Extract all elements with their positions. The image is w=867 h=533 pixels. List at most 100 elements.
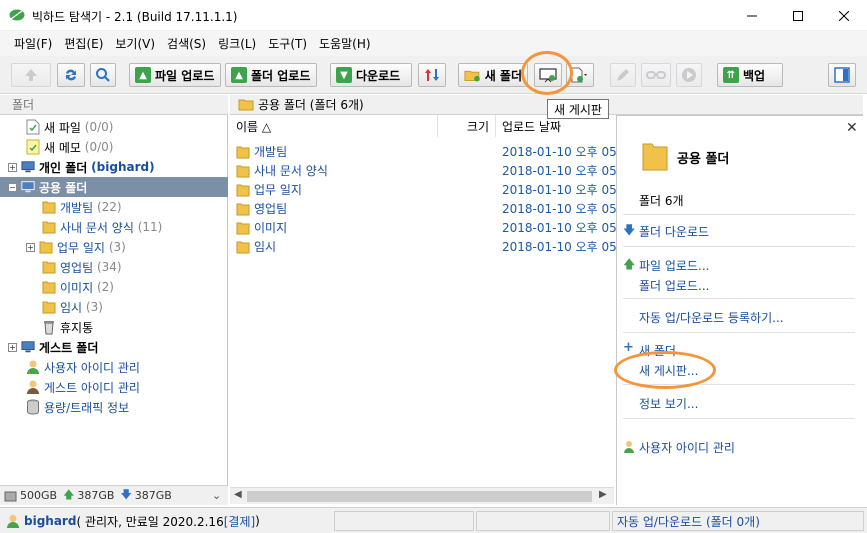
backup-icon: ⇈ <box>723 67 739 83</box>
table-row[interactable]: 이미지 2018-01-10 오후 05:2 <box>230 217 628 236</box>
arrow-up-icon <box>25 69 37 81</box>
table-row[interactable]: 사내 문서 양식 2018-01-10 오후 05:2 <box>230 160 628 179</box>
table-row[interactable]: 임시 2018-01-10 오후 05:2 <box>230 236 628 255</box>
file-name: 개발팀 <box>254 145 288 159</box>
horizontal-scrollbar[interactable]: ◀ ▶ <box>230 487 614 504</box>
table-row[interactable]: 개발팀 2018-01-10 오후 05:2 <box>230 141 628 160</box>
status-account-info: ( 관리자, 만료일 2020.2.16 <box>76 514 224 529</box>
auto-sync-link[interactable]: 자동 업/다운로드 등록하기... <box>639 309 784 326</box>
folder-download-link[interactable]: 폴더 다운로드 <box>639 223 709 240</box>
new-file-icon <box>26 119 40 135</box>
menu-search[interactable]: 검색(S) <box>161 35 212 52</box>
panel-close-icon[interactable]: ✕ <box>846 120 858 136</box>
tree-trash[interactable]: 휴지통 <box>42 317 93 337</box>
tree-work-log[interactable]: + 업무 일지 (3) <box>26 237 126 257</box>
divider <box>623 298 855 299</box>
folder-icon <box>236 165 250 177</box>
menu-help[interactable]: 도움말(H) <box>313 35 377 52</box>
column-size[interactable]: 크기 <box>438 115 496 137</box>
file-date: 2018-01-10 오후 05:2 <box>502 164 629 178</box>
new-folder-button[interactable]: 새 폴더 <box>458 63 528 87</box>
tree-new-file[interactable]: 새 파일 (0/0) <box>26 117 113 137</box>
close-button[interactable] <box>821 0 867 31</box>
storage-total: 500GB <box>20 489 58 502</box>
collapse-icon[interactable]: − <box>8 182 17 192</box>
tree-personal-folder[interactable]: + 개인 폴더 (bighard) <box>8 157 155 177</box>
tree-sales-team[interactable]: 영업팀 (34) <box>42 257 122 277</box>
expand-icon[interactable]: + <box>8 162 17 172</box>
table-row[interactable]: 영업팀 2018-01-10 오후 05:2 <box>230 198 628 217</box>
storage-status: 500GB 🡅 387GB 🡇 387GB ⌄ <box>0 485 228 505</box>
backup-button[interactable]: ⇈ 백업 <box>717 63 783 87</box>
computer-icon <box>21 341 35 353</box>
board-icon <box>539 68 557 83</box>
new-board-link[interactable]: 새 게시판... <box>639 362 698 379</box>
column-size-label: 크기 <box>466 119 489 134</box>
tree-temp-count: (3) <box>85 300 103 314</box>
file-upload-button[interactable]: ▲ 파일 업로드 <box>129 63 221 87</box>
folder-upload-button[interactable]: ▲ 폴더 업로드 <box>225 63 317 87</box>
new-folder-link[interactable]: 새 폴더 <box>639 342 676 359</box>
payment-link[interactable]: [결제] <box>224 513 255 530</box>
large-folder-icon <box>642 143 668 171</box>
scroll-right-icon[interactable]: ▶ <box>599 489 607 500</box>
play-button[interactable] <box>676 63 702 87</box>
refresh-button[interactable] <box>57 63 85 87</box>
tree-guest-id-mgmt[interactable]: 게스트 아이디 관리 <box>26 377 140 397</box>
panel-title: 공용 폴더 <box>677 152 730 167</box>
download-button[interactable]: ▼ 다운로드 <box>330 63 412 87</box>
folder-icon <box>236 222 250 234</box>
disk-icon <box>4 491 17 501</box>
sync-button[interactable] <box>418 63 446 87</box>
expand-icon[interactable]: + <box>26 242 35 252</box>
tree-temp[interactable]: 임시 (3) <box>42 297 103 317</box>
user-status: bighard ( 관리자, 만료일 2020.2.16 [결제] ) <box>2 511 332 531</box>
table-row[interactable]: 업무 일지 2018-01-10 오후 05:2 <box>230 179 628 198</box>
edit-button[interactable] <box>610 63 636 87</box>
new-file-dropdown-button[interactable] <box>566 63 594 87</box>
tree-user-id-mgmt[interactable]: 사용자 아이디 관리 <box>26 357 140 377</box>
tree-guest-folder[interactable]: + 게스트 폴더 <box>8 337 98 357</box>
tree-public-folder[interactable]: − 공용 폴더 <box>0 177 228 197</box>
panel-toggle-button[interactable] <box>828 63 856 87</box>
menu-tools[interactable]: 도구(T) <box>262 35 313 52</box>
content-path: 공용 폴더 (폴더 6개) <box>258 98 364 112</box>
edit-icon <box>617 69 629 81</box>
tree-new-memo[interactable]: 새 메모 (0/0) <box>26 137 113 157</box>
menu-file[interactable]: 파일(F) <box>8 35 58 52</box>
link-icon <box>646 71 666 79</box>
user-mgmt-link[interactable]: 사용자 아이디 관리 <box>639 439 735 456</box>
status-username: bighard <box>24 514 77 528</box>
download-arrow-icon: 🡇 <box>120 488 132 501</box>
storage-up: 387GB <box>77 489 115 502</box>
info-link[interactable]: 정보 보기... <box>639 395 698 412</box>
divider <box>623 214 855 215</box>
guest-user-icon <box>27 380 39 394</box>
menu-view[interactable]: 보기(V) <box>109 35 161 52</box>
folder-upload-link[interactable]: 폴더 업로드... <box>639 277 709 294</box>
up-button[interactable] <box>11 63 51 87</box>
menu-link[interactable]: 링크(L) <box>212 35 262 52</box>
tree-images[interactable]: 이미지 (2) <box>42 277 114 297</box>
tree-capacity[interactable]: 용량/트래픽 정보 <box>26 397 129 417</box>
download-label: 다운로드 <box>356 68 401 83</box>
link-button[interactable] <box>641 63 671 87</box>
dropdown-icon[interactable]: ⌄ <box>212 489 221 502</box>
tree-dev-team[interactable]: 개발팀 (22) <box>42 197 122 217</box>
minimize-button[interactable] <box>729 0 775 31</box>
maximize-button[interactable] <box>775 0 821 31</box>
tree-capacity-label: 용량/트래픽 정보 <box>44 400 130 415</box>
menu-edit[interactable]: 편집(E) <box>58 35 109 52</box>
play-icon <box>682 68 696 82</box>
search-button[interactable] <box>90 63 116 87</box>
new-board-button[interactable] <box>534 63 562 87</box>
file-upload-link[interactable]: 파일 업로드... <box>639 257 709 274</box>
scroll-thumb[interactable] <box>247 491 592 502</box>
upload-arrow-icon: 🡅 <box>623 257 636 271</box>
tree-forms[interactable]: 사내 문서 양식 (11) <box>42 217 162 237</box>
database-icon <box>27 399 39 415</box>
user-icon <box>624 441 634 453</box>
column-name[interactable]: 이름 △ <box>230 115 438 137</box>
expand-icon[interactable]: + <box>8 342 17 352</box>
scroll-left-icon[interactable]: ◀ <box>234 489 242 500</box>
